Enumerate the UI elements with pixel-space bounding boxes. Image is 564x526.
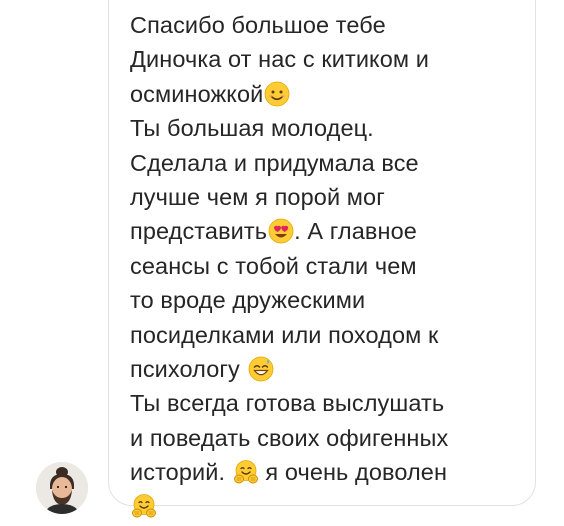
message-line: историй. я очень доволен — [130, 455, 530, 489]
message-line: Спасибо большое тебе — [130, 8, 530, 42]
message-line-text: Диночка от нас с китиком и — [130, 46, 429, 73]
message-line: Ты большая молодец. — [130, 111, 530, 145]
chat-screen: Спасибо большое тебе Диночка от нас с кит… — [0, 0, 564, 526]
message-line — [130, 489, 530, 523]
sender-avatar[interactable] — [36, 462, 88, 514]
message-line: Сделала и придумала все — [130, 146, 530, 180]
hugging-face-icon — [131, 493, 157, 519]
message-line: посиделками или походом к — [130, 318, 530, 352]
message-line: представить . А главное — [130, 214, 530, 248]
message-line-text: представить — [130, 218, 268, 245]
message-line: лучше чем я порой мог — [130, 180, 530, 214]
message-line-text: осминожкой — [130, 80, 264, 107]
message-line-text: Ты большая молодец. — [130, 115, 374, 142]
smiling-face-icon — [264, 81, 290, 107]
message-line-text: Ты всегда готова выслушать — [130, 390, 445, 417]
message-line-text: то вроде дружескими — [130, 287, 366, 314]
message-line-text: сеансы с тобой стали чем — [130, 252, 417, 279]
message-line: Диночка от нас с китиком и — [130, 42, 530, 76]
message-line: осминожкой — [130, 77, 530, 111]
message-line-text: и поведать своих офигенных — [130, 424, 449, 451]
grinning-sweat-icon — [248, 356, 274, 382]
message-line: и поведать своих офигенных — [130, 421, 530, 455]
message-line: Ты всегда готова выслушать — [130, 386, 530, 420]
message-line-text: посиделками или походом к — [130, 321, 439, 348]
message-line: то вроде дружескими — [130, 283, 530, 317]
avatar-photo — [36, 462, 88, 514]
message-line-text: . А главное — [294, 218, 417, 245]
hugging-face-icon — [233, 459, 259, 485]
message-line-text: я очень доволен — [258, 459, 448, 486]
message-line-text: психологу — [130, 355, 247, 382]
message-line-text: Сделала и придумала все — [130, 149, 419, 176]
message-line: сеансы с тобой стали чем — [130, 249, 530, 283]
message-line-text: лучше чем я порой мог — [130, 183, 385, 210]
message-text: Спасибо большое тебе Диночка от нас с кит… — [130, 8, 530, 524]
heart-eyes-icon — [268, 218, 294, 244]
message-line: психологу — [130, 352, 530, 386]
message-line-text: историй. — [130, 459, 232, 486]
message-line-text: Спасибо большое тебе — [130, 12, 386, 38]
